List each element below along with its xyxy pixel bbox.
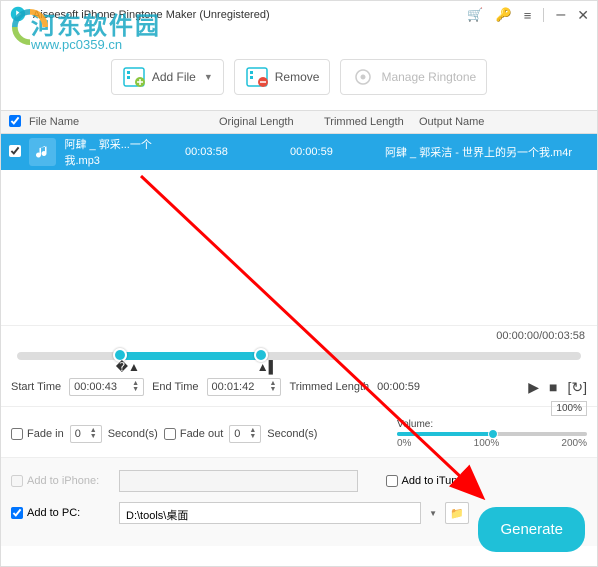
col-trimmed-length: Trimmed Length (324, 116, 419, 128)
add-to-iphone-checkbox[interactable]: Add to iPhone: (11, 475, 111, 487)
start-time-input[interactable]: 00:00:43 ▲▼ (69, 378, 144, 396)
gear-icon (351, 66, 375, 88)
music-file-icon (29, 138, 56, 166)
volume-control: Volume: 100% 0% 100% 200% (397, 419, 587, 449)
table-header: File Name Original Length Trimmed Length… (1, 110, 597, 134)
play-button[interactable]: ▶ (528, 379, 539, 396)
spinner-icon[interactable]: ▲▼ (270, 381, 277, 393)
menu-icon[interactable]: ≡ (524, 8, 532, 23)
col-original-length: Original Length (219, 116, 324, 128)
trimmed-length-value: 00:00:59 (377, 381, 420, 393)
volume-value: 100% (551, 401, 587, 416)
col-filename: File Name (29, 116, 219, 128)
add-file-icon (122, 66, 146, 88)
app-logo-icon (9, 5, 27, 26)
row-checkbox[interactable] (9, 145, 21, 157)
cart-icon[interactable]: 🛒 (467, 7, 483, 23)
stop-button[interactable]: ■ (549, 379, 557, 396)
window-title: Aiseesoft iPhone Ringtone Maker (Unregis… (33, 9, 270, 21)
fade-out-checkbox[interactable]: Fade out (164, 428, 223, 440)
trim-slider[interactable]: �▲ ▲▌ (1, 346, 597, 372)
manage-ringtone-button[interactable]: Manage Ringtone (340, 59, 487, 95)
generate-button[interactable]: Generate (478, 507, 585, 552)
time-controls: Start Time 00:00:43 ▲▼ End Time 00:01:42… (1, 372, 597, 402)
fade-in-input[interactable]: 0 ▲▼ (70, 425, 102, 443)
empty-list-area (1, 170, 597, 325)
remove-icon (245, 66, 269, 88)
remove-button[interactable]: Remove (234, 59, 331, 95)
fade-in-checkbox[interactable]: Fade in (11, 428, 64, 440)
select-all-checkbox[interactable] (9, 115, 21, 127)
volume-slider[interactable] (397, 432, 587, 436)
add-to-itunes-checkbox[interactable]: Add to iTunes (386, 475, 469, 487)
row-filename: 阿肆 _ 郭采...一个我.mp3 (64, 136, 185, 168)
add-file-button[interactable]: Add File ▼ (111, 59, 224, 95)
row-original-length: 00:03:58 (185, 146, 290, 158)
toolbar: Add File ▼ Remove Manage Ringtone (1, 29, 597, 110)
mark-start: �▲ (116, 360, 140, 374)
pc-path-dropdown[interactable]: ▼ (429, 509, 437, 518)
fade-out-input[interactable]: 0 ▲▼ (229, 425, 261, 443)
trimmed-length-label: Trimmed Length (289, 381, 369, 393)
timeline-display: 00:00:00/00:03:58 (1, 325, 597, 346)
start-time-label: Start Time (11, 381, 61, 393)
titlebar: Aiseesoft iPhone Ringtone Maker (Unregis… (1, 1, 597, 29)
volume-label: Volume: (397, 419, 433, 430)
pc-path-input[interactable]: D:\tools\桌面 (119, 502, 421, 524)
end-time-label: End Time (152, 381, 198, 393)
table-row[interactable]: 阿肆 _ 郭采...一个我.mp3 00:03:58 00:00:59 阿肆 _… (1, 134, 597, 170)
browse-button[interactable]: 📁 (445, 502, 469, 524)
end-time-input[interactable]: 00:01:42 ▲▼ (207, 378, 282, 396)
separator (543, 8, 544, 22)
close-button[interactable]: ✕ (577, 7, 589, 24)
spinner-icon[interactable]: ▲▼ (132, 381, 139, 393)
row-output-name: 阿肆 _ 郭采洁 - 世界上的另一个我.m4r (385, 144, 589, 160)
fade-controls: Fade in 0 ▲▼ Second(s) Fade out 0 ▲▼ Sec… (1, 411, 597, 457)
row-trimmed-length: 00:00:59 (290, 146, 385, 158)
folder-icon: 📁 (450, 507, 464, 520)
minimize-button[interactable]: – (556, 6, 565, 24)
col-output-name: Output Name (419, 116, 589, 128)
loop-button[interactable]: [↻] (567, 379, 587, 396)
chevron-down-icon: ▼ (204, 72, 213, 82)
mark-end: ▲▌ (257, 360, 277, 374)
add-to-pc-checkbox[interactable]: Add to PC: (11, 507, 111, 519)
iphone-path-input (119, 470, 358, 492)
key-icon[interactable]: 🔑 (496, 7, 512, 23)
